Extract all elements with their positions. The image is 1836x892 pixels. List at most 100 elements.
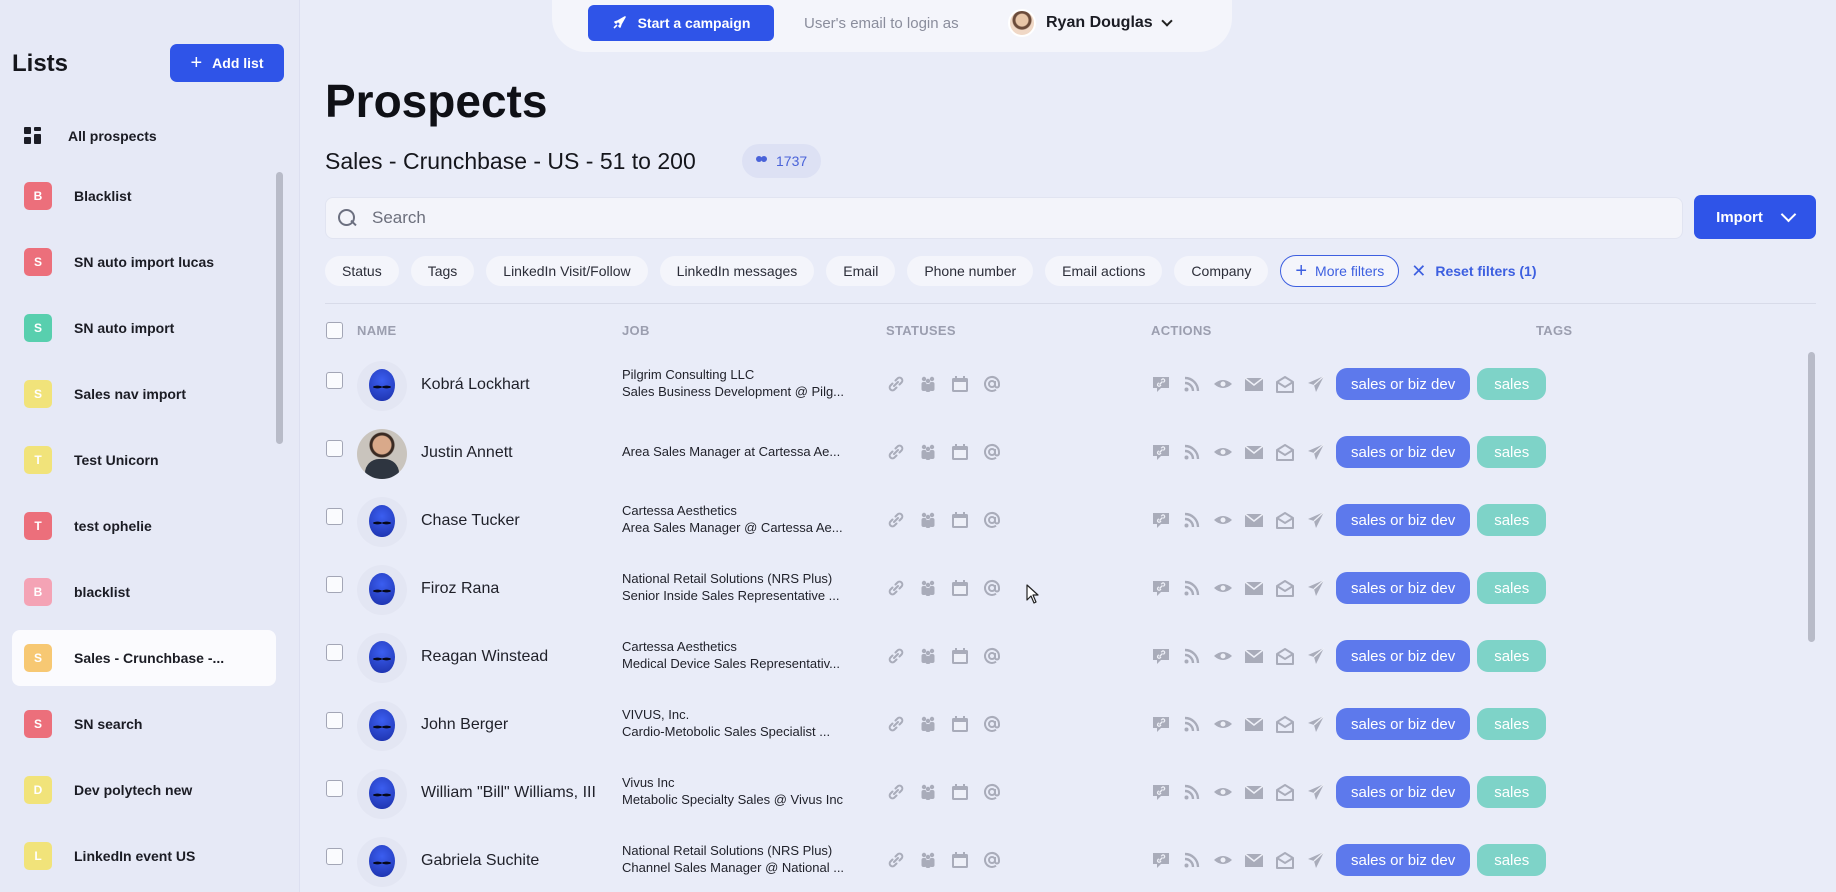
filter-chip[interactable]: Phone number [907, 256, 1034, 286]
start-campaign-button[interactable]: Start a campaign [588, 5, 774, 41]
linkedin-message-icon[interactable] [1151, 714, 1171, 734]
open-envelope-icon[interactable] [1275, 510, 1295, 530]
link-icon[interactable] [886, 510, 906, 530]
sidebar-scrollbar[interactable] [276, 172, 283, 444]
people-group-icon[interactable] [918, 578, 938, 598]
prospect-name[interactable]: Justin Annett [421, 444, 513, 462]
eye-icon[interactable] [1213, 646, 1233, 666]
open-envelope-icon[interactable] [1275, 782, 1295, 802]
calendar-icon[interactable] [950, 510, 970, 530]
link-icon[interactable] [886, 374, 906, 394]
sidebar-list-item[interactable]: Bblacklist [12, 564, 276, 620]
calendar-icon[interactable] [950, 850, 970, 870]
email-icon[interactable] [1244, 782, 1264, 802]
send-icon[interactable] [1306, 510, 1326, 530]
link-icon[interactable] [886, 646, 906, 666]
tag-badge[interactable]: sales or biz dev [1336, 776, 1471, 808]
row-checkbox[interactable] [326, 848, 343, 865]
linkedin-message-icon[interactable] [1151, 578, 1171, 598]
calendar-icon[interactable] [950, 374, 970, 394]
more-filters-button[interactable]: + More filters [1280, 255, 1400, 287]
calendar-icon[interactable] [950, 442, 970, 462]
linkedin-message-icon[interactable] [1151, 646, 1171, 666]
link-icon[interactable] [886, 850, 906, 870]
people-group-icon[interactable] [918, 714, 938, 734]
calendar-icon[interactable] [950, 782, 970, 802]
tag-badge[interactable]: sales or biz dev [1336, 708, 1471, 740]
user-menu[interactable]: Ryan Douglas [1008, 9, 1173, 37]
filter-chip[interactable]: Email actions [1045, 256, 1163, 286]
row-checkbox[interactable] [326, 576, 343, 593]
table-row[interactable]: Justin Annett Area Sales Manager at Carte… [325, 420, 1805, 488]
sidebar-list-item[interactable]: Ttest ophelie [12, 498, 276, 554]
filter-chip[interactable]: LinkedIn messages [659, 256, 815, 286]
linkedin-message-icon[interactable] [1151, 782, 1171, 802]
linkedin-message-icon[interactable] [1151, 374, 1171, 394]
table-row[interactable]: John Berger VIVUS, Inc. Cardio-Metobolic S… [325, 692, 1805, 760]
rss-icon[interactable] [1182, 510, 1202, 530]
email-icon[interactable] [1244, 374, 1264, 394]
eye-icon[interactable] [1213, 442, 1233, 462]
at-sign-icon[interactable] [982, 442, 1002, 462]
tag-badge[interactable]: sales [1477, 708, 1547, 740]
open-envelope-icon[interactable] [1275, 442, 1295, 462]
tag-badge[interactable]: sales [1477, 844, 1547, 876]
linkedin-message-icon[interactable] [1151, 850, 1171, 870]
people-group-icon[interactable] [918, 442, 938, 462]
rss-icon[interactable] [1182, 374, 1202, 394]
people-group-icon[interactable] [918, 510, 938, 530]
tag-badge[interactable]: sales [1477, 436, 1547, 468]
people-group-icon[interactable] [918, 782, 938, 802]
sidebar-list-item[interactable]: S Sales nav import [12, 366, 276, 422]
tag-badge[interactable]: sales [1477, 776, 1547, 808]
people-group-icon[interactable] [918, 374, 938, 394]
linkedin-message-icon[interactable] [1151, 510, 1171, 530]
link-icon[interactable] [886, 442, 906, 462]
filter-chip[interactable]: Tags [410, 256, 475, 286]
open-envelope-icon[interactable] [1275, 850, 1295, 870]
linkedin-message-icon[interactable] [1151, 442, 1171, 462]
sidebar-list-item[interactable]: S SN auto import lucas [12, 234, 276, 290]
sidebar-list-item[interactable]: S Sales - Crunchbase -... [12, 630, 276, 686]
tag-badge[interactable]: sales or biz dev [1336, 504, 1471, 536]
send-icon[interactable] [1306, 850, 1326, 870]
select-all-checkbox[interactable] [326, 322, 343, 339]
filter-chip[interactable]: Company [1174, 256, 1269, 286]
filter-chip[interactable]: Status [325, 256, 399, 286]
sidebar-list-item[interactable]: B Blacklist [12, 168, 276, 224]
row-checkbox[interactable] [326, 712, 343, 729]
sidebar-list-item[interactable]: L LinkedIn event US [12, 828, 276, 884]
rss-icon[interactable] [1182, 850, 1202, 870]
prospect-name[interactable]: William "Bill" Williams, III [421, 784, 596, 802]
at-sign-icon[interactable] [982, 510, 1002, 530]
calendar-icon[interactable] [950, 646, 970, 666]
email-icon[interactable] [1244, 646, 1264, 666]
rss-icon[interactable] [1182, 578, 1202, 598]
table-row[interactable]: Chase Tucker Cartessa Aesthetics Area Sale… [325, 488, 1805, 556]
email-icon[interactable] [1244, 714, 1264, 734]
add-list-button[interactable]: + Add list [170, 44, 284, 82]
header-name[interactable]: NAME [357, 323, 396, 338]
tag-badge[interactable]: sales or biz dev [1336, 572, 1471, 604]
eye-icon[interactable] [1213, 374, 1233, 394]
email-icon[interactable] [1244, 442, 1264, 462]
sidebar-list-item[interactable]: D Dev polytech new [12, 762, 276, 818]
eye-icon[interactable] [1213, 714, 1233, 734]
rss-icon[interactable] [1182, 442, 1202, 462]
tag-badge[interactable]: sales or biz dev [1336, 844, 1471, 876]
row-checkbox[interactable] [326, 508, 343, 525]
eye-icon[interactable] [1213, 578, 1233, 598]
calendar-icon[interactable] [950, 578, 970, 598]
table-scrollbar[interactable] [1808, 352, 1815, 642]
email-icon[interactable] [1244, 850, 1264, 870]
tag-badge[interactable]: sales [1477, 368, 1547, 400]
rss-icon[interactable] [1182, 782, 1202, 802]
email-icon[interactable] [1244, 510, 1264, 530]
at-sign-icon[interactable] [982, 646, 1002, 666]
reset-filters-button[interactable]: ✕ Reset filters (1) [1411, 262, 1536, 280]
sidebar-list-item[interactable]: S SN search [12, 696, 276, 752]
tag-badge[interactable]: sales or biz dev [1336, 436, 1471, 468]
send-icon[interactable] [1306, 782, 1326, 802]
tag-badge[interactable]: sales or biz dev [1336, 640, 1471, 672]
filter-chip[interactable]: LinkedIn Visit/Follow [486, 256, 648, 286]
